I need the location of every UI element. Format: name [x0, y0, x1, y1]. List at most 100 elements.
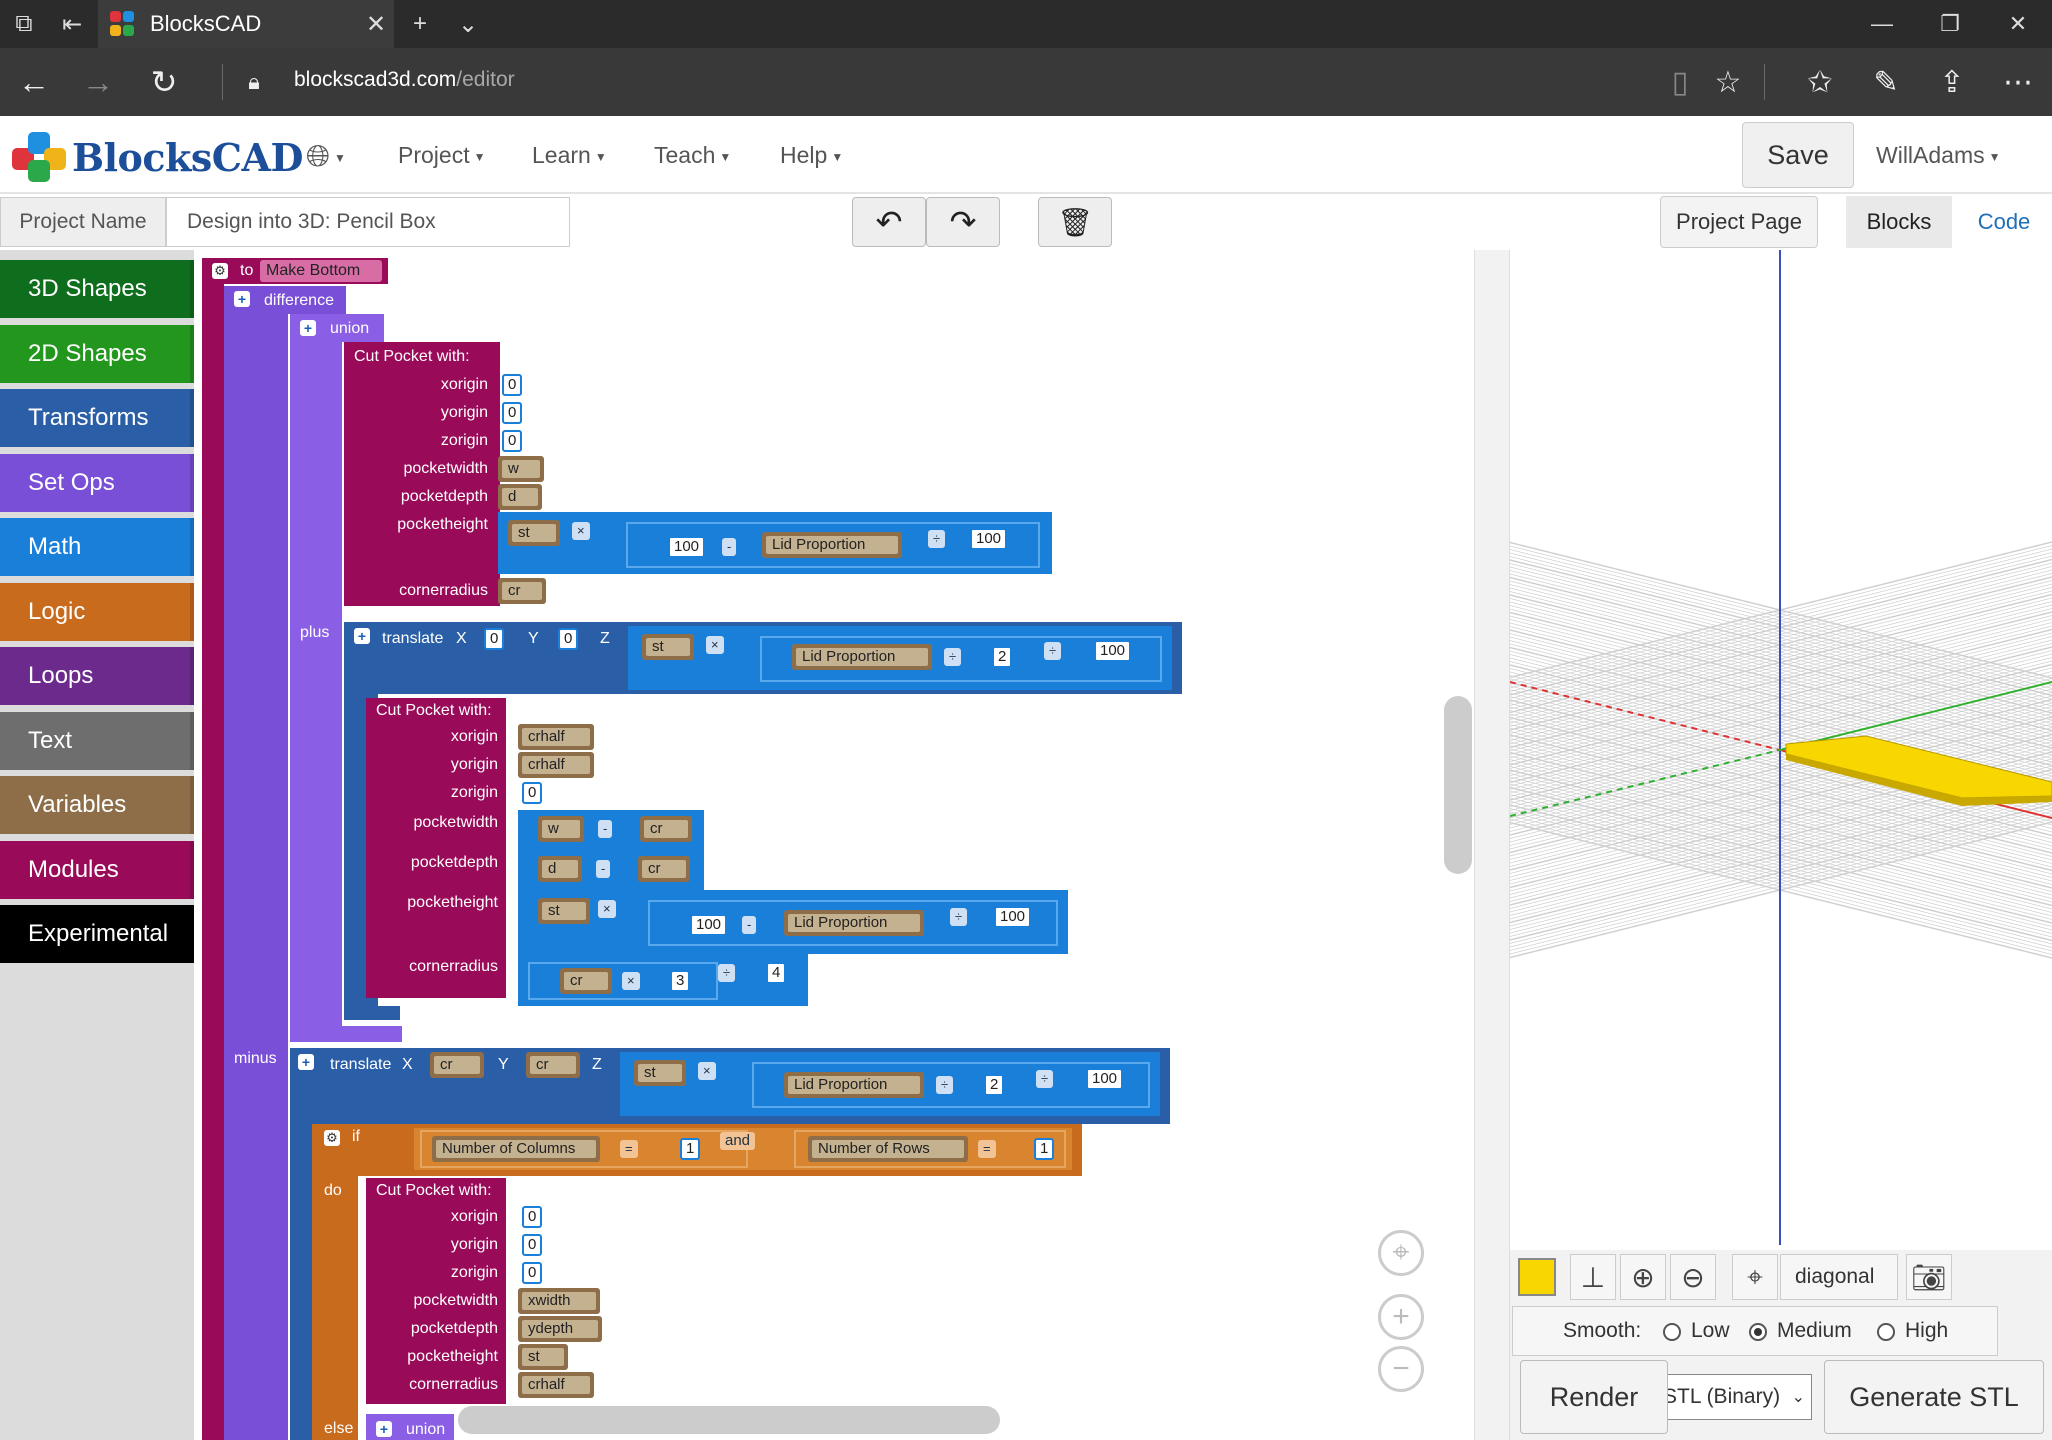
cp1-minus-op[interactable]: -: [722, 538, 737, 556]
cp2-times-op[interactable]: ×: [598, 900, 616, 918]
cp2-minus-op-b[interactable]: -: [596, 860, 611, 878]
cp1-times-op[interactable]: ×: [572, 522, 590, 540]
translate-1-y-value[interactable]: 0: [558, 628, 579, 650]
zoom-in-icon[interactable]: +: [1378, 1294, 1424, 1340]
if-cols-var[interactable]: Number of Columns: [432, 1136, 600, 1162]
cp2-lid-var[interactable]: Lid Proportion: [784, 910, 924, 936]
cp3-ydepth-var[interactable]: ydepth: [518, 1316, 602, 1342]
translate-2-plus-icon[interactable]: +: [298, 1054, 314, 1070]
recenter-icon[interactable]: ⌖: [1378, 1230, 1424, 1276]
set-aside-tabs-icon[interactable]: ⇤: [56, 8, 88, 40]
category-text[interactable]: Text: [0, 711, 194, 770]
translate-2-cr-var-x[interactable]: cr: [430, 1052, 484, 1078]
cp2-cr-var-c[interactable]: cr: [560, 968, 612, 994]
cp1-st-var[interactable]: st: [508, 520, 560, 546]
union-block-footer[interactable]: [290, 1026, 402, 1042]
project-name-input[interactable]: Design into 3D: Pencil Box: [166, 197, 570, 247]
category-experimental[interactable]: Experimental: [0, 905, 194, 963]
close-tab-icon[interactable]: ✕: [358, 10, 394, 39]
category-3d-shapes[interactable]: 3D Shapes: [0, 260, 194, 318]
favorite-star-icon[interactable]: ☆: [1708, 62, 1748, 102]
translate-2-st-var[interactable]: st: [634, 1060, 686, 1086]
translate-1-div-op-a[interactable]: ÷: [944, 648, 962, 666]
translate-2-div-op-b[interactable]: ÷: [1036, 1070, 1054, 1088]
new-tab-icon[interactable]: +: [404, 8, 436, 40]
cp2-times-op-b[interactable]: ×: [622, 972, 640, 990]
module-block-body[interactable]: [202, 258, 224, 1440]
cp2-hundred-a[interactable]: 100: [690, 914, 728, 936]
export-format-select[interactable]: STL (Binary) ⌄: [1666, 1374, 1812, 1420]
translate-2-lid-var[interactable]: Lid Proportion: [784, 1072, 924, 1098]
cp1-hundred-a[interactable]: 100: [668, 536, 706, 558]
cp1-w-var[interactable]: w: [498, 456, 544, 482]
category-set-ops[interactable]: Set Ops: [0, 453, 194, 512]
menu-learn[interactable]: Learn ▼: [532, 142, 607, 169]
forward-arrow-icon[interactable]: →: [78, 62, 118, 102]
if-block-body[interactable]: [312, 1124, 358, 1440]
category-modules[interactable]: Modules: [0, 840, 194, 899]
smooth-high-radio[interactable]: [1877, 1323, 1895, 1341]
translate-1-div-op-b[interactable]: ÷: [1044, 642, 1062, 660]
favorites-hub-icon[interactable]: ✩: [1800, 62, 1840, 102]
workspace-vertical-scrollbar[interactable]: [1444, 696, 1472, 874]
menu-teach[interactable]: Teach ▼: [654, 142, 731, 169]
difference-plus-icon[interactable]: +: [234, 291, 250, 307]
category-2d-shapes[interactable]: 2D Shapes: [0, 324, 194, 383]
browser-tab-blockscad[interactable]: BlocksCAD ✕: [98, 0, 394, 48]
category-loops[interactable]: Loops: [0, 647, 194, 705]
difference-block-body[interactable]: [224, 286, 288, 1440]
cp2-four[interactable]: 4: [766, 962, 787, 984]
category-logic[interactable]: Logic: [0, 582, 194, 641]
back-arrow-icon[interactable]: ←: [14, 62, 54, 102]
cp1-xorigin-value[interactable]: 0: [502, 374, 523, 396]
cp3-st-var[interactable]: st: [518, 1344, 568, 1370]
cp1-lid-var[interactable]: Lid Proportion: [762, 532, 902, 558]
translate-2-hundred[interactable]: 100: [1086, 1068, 1124, 1090]
translate-1-hundred[interactable]: 100: [1094, 640, 1132, 662]
menu-project[interactable]: Project ▼: [398, 142, 485, 169]
translate-1-times-op[interactable]: ×: [706, 636, 724, 654]
workspace-horizontal-scrollbar[interactable]: [458, 1406, 1000, 1434]
model-color-swatch[interactable]: [1518, 1258, 1556, 1296]
cp2-crhalf-var-y[interactable]: crhalf: [518, 752, 594, 778]
tab-blocks[interactable]: Blocks: [1846, 196, 1952, 248]
if-one-a[interactable]: 1: [680, 1138, 701, 1160]
cp2-hundred-b[interactable]: 100: [994, 906, 1032, 928]
tab-code[interactable]: Code: [1956, 196, 2052, 248]
viewer-recenter-icon[interactable]: ⌖: [1732, 1254, 1778, 1300]
category-math[interactable]: Math: [0, 518, 194, 576]
translate-1-two[interactable]: 2: [992, 646, 1013, 668]
translate-2-div-op-a[interactable]: ÷: [936, 1076, 954, 1094]
reading-view-icon[interactable]: ▯: [1660, 62, 1700, 102]
cp2-minus-op-a[interactable]: -: [598, 820, 613, 838]
cp2-three[interactable]: 3: [670, 970, 691, 992]
if-eq-op-a[interactable]: =: [620, 1140, 638, 1158]
else-union-plus-icon[interactable]: +: [376, 1421, 392, 1437]
cp2-zorigin-value[interactable]: 0: [522, 782, 543, 804]
redo-button[interactable]: ↷: [926, 197, 1000, 247]
translate-1-footer[interactable]: [344, 1006, 400, 1020]
if-gear-icon[interactable]: ⚙: [324, 1130, 340, 1146]
cp2-cr-var-b[interactable]: cr: [638, 856, 690, 882]
cp2-div-op-b[interactable]: ÷: [718, 964, 736, 982]
zoom-out-icon[interactable]: −: [1378, 1346, 1424, 1392]
translate-1-x-value[interactable]: 0: [484, 628, 505, 650]
cp3-crhalf-var[interactable]: crhalf: [518, 1372, 594, 1398]
translate-2-cr-var-y[interactable]: cr: [526, 1052, 580, 1078]
url-field[interactable]: blockscad3d.com/editor: [294, 68, 515, 92]
refresh-icon[interactable]: ↻: [144, 62, 184, 102]
cp2-div-op[interactable]: ÷: [950, 908, 968, 926]
blocks-workspace[interactable]: ⚙ to Make Bottom + difference + union pl…: [194, 250, 1474, 1440]
axes-toggle-icon[interactable]: ⊥: [1570, 1254, 1616, 1300]
minimize-icon[interactable]: —: [1848, 0, 1916, 48]
union-plus-icon[interactable]: +: [300, 320, 316, 336]
cp1-div-op[interactable]: ÷: [928, 530, 946, 548]
smooth-low-radio[interactable]: [1663, 1323, 1681, 1341]
tab-list-chevron-icon[interactable]: ⌄: [452, 8, 484, 40]
language-globe-icon[interactable]: 🌐︎ ▼: [306, 140, 346, 174]
if-rows-var[interactable]: Number of Rows: [808, 1136, 968, 1162]
if-one-b[interactable]: 1: [1034, 1138, 1055, 1160]
tab-manager-icon[interactable]: ⧉: [8, 8, 40, 40]
share-icon[interactable]: ⇪: [1932, 62, 1972, 102]
camera-view-select[interactable]: diagonal: [1780, 1254, 1898, 1300]
